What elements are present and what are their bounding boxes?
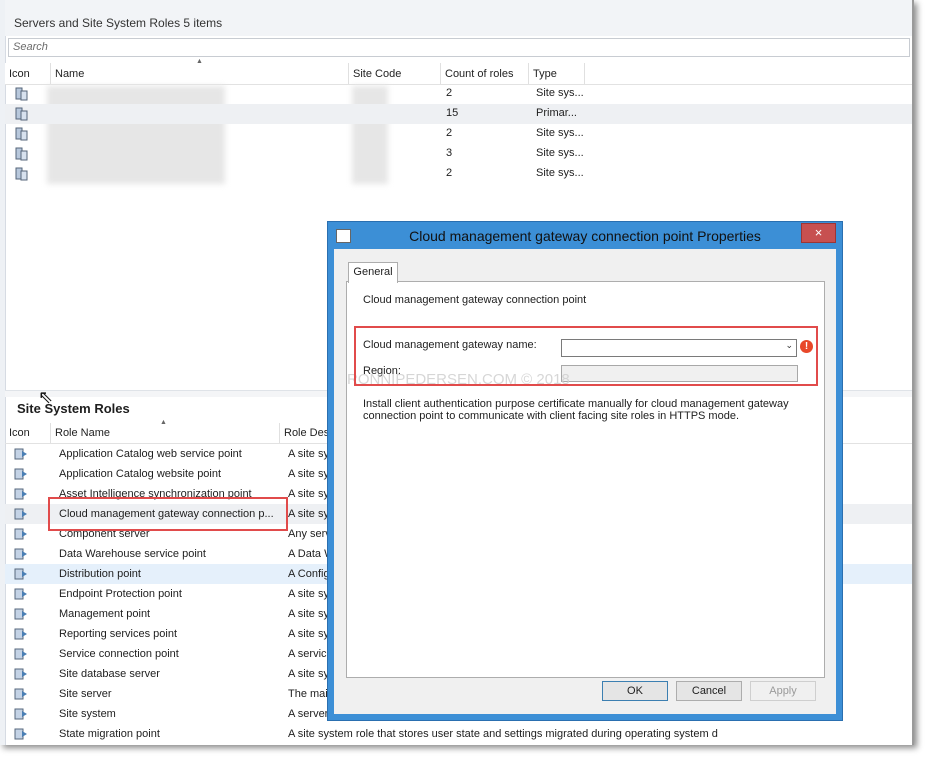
highlight-box-role <box>48 497 288 531</box>
servers-panel-header: Servers and Site System Roles 5 items <box>5 0 912 36</box>
site-role-icon <box>14 488 27 500</box>
server-row[interactable]: 2 Site sys... <box>5 164 912 184</box>
role-description: A site sy <box>288 668 329 680</box>
role-name: Service connection point <box>59 648 179 660</box>
column-header-icon[interactable]: Icon <box>5 423 51 443</box>
column-header-role-name[interactable]: Role Name <box>51 423 280 443</box>
role-name: Reporting services point <box>59 628 178 640</box>
roles-panel-title: Site System Roles <box>17 401 130 416</box>
server-role-count: 2 <box>446 87 453 99</box>
server-role-count: 15 <box>446 107 459 119</box>
general-tab-panel: Cloud management gateway connection poin… <box>346 281 825 678</box>
server-icon <box>15 127 28 141</box>
role-name: Site server <box>59 688 112 700</box>
site-role-icon <box>14 608 27 620</box>
search-input[interactable]: Search <box>8 38 910 57</box>
server-row[interactable]: 15 Primar... <box>5 104 912 124</box>
ok-button[interactable]: OK <box>602 681 668 701</box>
role-name: Application Catalog website point <box>59 468 222 480</box>
server-type: Site sys... <box>536 147 584 159</box>
apply-button[interactable]: Apply <box>750 681 816 701</box>
role-description: A site system role that stores user stat… <box>288 728 718 740</box>
column-header-site-code[interactable]: Site Code <box>349 63 441 84</box>
server-row[interactable]: 2 Site sys... <box>5 84 912 104</box>
column-header-type[interactable]: Type <box>529 63 585 84</box>
site-role-icon <box>14 448 27 460</box>
server-icon <box>15 87 28 101</box>
site-role-icon <box>14 668 27 680</box>
role-name: Data Warehouse service point <box>59 548 206 560</box>
server-icon <box>15 167 28 181</box>
search-placeholder: Search <box>13 41 48 53</box>
close-button[interactable]: × <box>801 223 836 243</box>
site-role-icon <box>14 708 27 720</box>
column-header-icon[interactable]: Icon <box>5 63 51 84</box>
server-icon <box>15 147 28 161</box>
server-icon <box>15 107 28 121</box>
column-header-count-of-roles[interactable]: Count of roles <box>441 63 529 84</box>
role-name: Distribution point <box>59 568 141 580</box>
tab-general[interactable]: General <box>348 262 398 283</box>
role-description: The mai <box>288 688 328 700</box>
server-type: Site sys... <box>536 127 584 139</box>
role-description: A site sy <box>288 488 329 500</box>
server-row[interactable]: 2 Site sys... <box>5 124 912 144</box>
role-description: A site sy <box>288 468 329 480</box>
role-description: A site sy <box>288 448 329 460</box>
server-row[interactable]: 3 Site sys... <box>5 144 912 164</box>
section-heading: Cloud management gateway connection poin… <box>363 294 587 306</box>
role-description: A server <box>288 708 329 720</box>
server-type: Primar... <box>536 107 577 119</box>
role-name: State migration point <box>59 728 160 740</box>
certificate-note: Install client authentication purpose ce… <box>363 398 789 422</box>
role-description: A site sy <box>288 588 329 600</box>
site-role-icon <box>14 648 27 660</box>
role-description: A Config <box>288 568 330 580</box>
site-role-icon <box>14 688 27 700</box>
dialog-body: General Cloud management gateway connect… <box>334 249 836 714</box>
server-type: Site sys... <box>536 167 584 179</box>
site-role-icon <box>14 548 27 560</box>
properties-dialog: Cloud management gateway connection poin… <box>327 221 843 721</box>
role-description: A site sy <box>288 608 329 620</box>
role-name: Application Catalog web service point <box>59 448 242 460</box>
role-description: Any serv <box>288 528 331 540</box>
site-role-icon <box>14 528 27 540</box>
role-name: Management point <box>59 608 151 620</box>
cancel-button[interactable]: Cancel <box>676 681 742 701</box>
site-role-icon <box>14 728 27 740</box>
dialog-title: Cloud management gateway connection poin… <box>409 228 761 244</box>
role-description: A service <box>288 648 333 660</box>
site-role-icon <box>14 508 27 520</box>
dialog-titlebar[interactable]: Cloud management gateway connection poin… <box>328 222 842 248</box>
role-description: A site sy <box>288 508 329 520</box>
role-name: Site database server <box>59 668 160 680</box>
column-header-name[interactable]: Name <box>51 63 349 84</box>
role-name: Endpoint Protection point <box>59 588 182 600</box>
server-role-count: 3 <box>446 147 453 159</box>
role-description: A site sy <box>288 628 329 640</box>
highlight-box-fields <box>354 326 818 386</box>
site-role-icon <box>14 628 27 640</box>
role-name: Site system <box>59 708 116 720</box>
role-row[interactable]: State migration point A site system role … <box>5 724 912 744</box>
mouse-pointer-icon: ⇖ <box>38 387 54 407</box>
servers-table-header: Icon Name Site Code Count of roles Type <box>5 63 912 85</box>
server-role-count: 2 <box>446 167 453 179</box>
server-type: Site sys... <box>536 87 584 99</box>
site-role-icon <box>14 568 27 580</box>
site-role-icon <box>14 588 27 600</box>
server-role-count: 2 <box>446 127 453 139</box>
site-role-icon <box>14 468 27 480</box>
servers-panel-title: Servers and Site System Roles 5 items <box>14 16 223 30</box>
